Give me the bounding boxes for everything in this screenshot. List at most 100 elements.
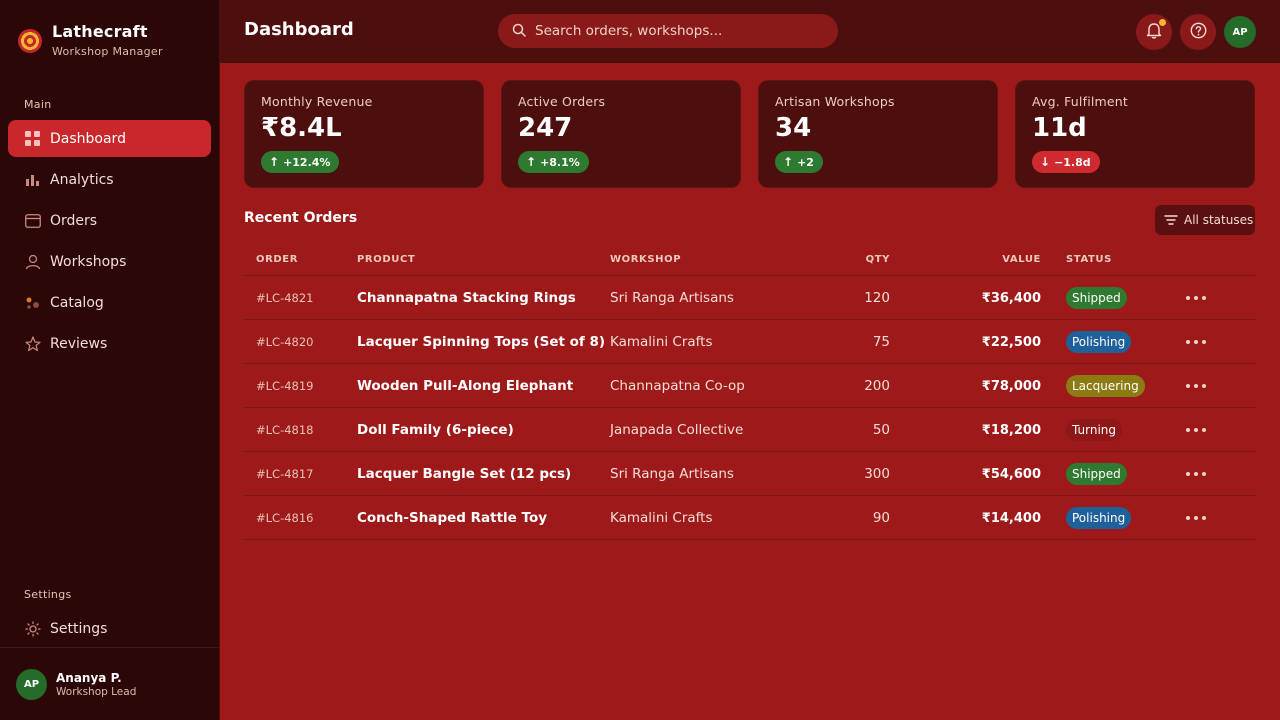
stat-change-badge: ↑ +12.4%: [261, 151, 340, 173]
stat-value: ₹8.4L: [261, 113, 342, 143]
order-id[interactable]: #LC-4818: [256, 408, 314, 452]
quantity: 75: [872, 334, 890, 350]
order-id[interactable]: #LC-4819: [256, 364, 314, 408]
sidebar-item-label: Reviews: [50, 335, 108, 352]
user-name: Ananya P.: [56, 670, 122, 685]
bar-chart-icon: [24, 171, 41, 188]
stat-label: Avg. Fulfilment: [1032, 94, 1129, 109]
workshop-name: Kamalini Crafts: [610, 510, 713, 526]
user-role: Workshop Lead: [56, 685, 137, 698]
shapes-icon: [24, 294, 41, 311]
status-filter-button[interactable]: All statuses: [1155, 205, 1255, 235]
sidebar-item-orders[interactable]: Orders: [8, 202, 211, 239]
stat-change-badge: ↑ +8.1%: [518, 151, 589, 173]
lathe-logo-icon: [18, 29, 42, 53]
stat-value: 34: [775, 113, 812, 143]
user-icon: [24, 253, 41, 270]
workshop-name: Channapatna Co-op: [610, 378, 745, 394]
row-actions-button[interactable]: [1186, 496, 1206, 540]
order-value: ₹14,400: [981, 510, 1041, 526]
stat-value: 11d: [1032, 113, 1087, 143]
product-name: Channapatna Stacking Rings: [357, 290, 576, 306]
brand[interactable]: Lathecraft Workshop Manager: [18, 22, 163, 58]
more-dots-icon: [1186, 472, 1206, 476]
order-id[interactable]: #LC-4816: [256, 496, 314, 540]
product-name: Lacquer Bangle Set (12 pcs): [357, 466, 572, 482]
row-actions-button[interactable]: [1186, 364, 1206, 408]
nav-section-main: Main: [24, 98, 52, 111]
more-dots-icon: [1186, 296, 1206, 300]
table-header: ORDER PRODUCT WORKSHOP QTY VALUE STATUS: [244, 244, 1256, 276]
filter-label: All statuses: [1184, 213, 1254, 227]
arrow-up-icon: ↑: [269, 155, 280, 169]
table-row[interactable]: #LC-4816 Conch-Shaped Rattle Toy Kamalin…: [244, 496, 1256, 540]
table-row[interactable]: #LC-4817 Lacquer Bangle Set (12 pcs) Sri…: [244, 452, 1256, 496]
column-header-workshop[interactable]: WORKSHOP: [610, 254, 681, 265]
sidebar-item-label: Catalog: [50, 294, 104, 311]
sidebar-item-workshops[interactable]: Workshops: [8, 243, 211, 280]
sidebar-item-analytics[interactable]: Analytics: [8, 161, 211, 198]
section-title-recent-orders: Recent Orders: [244, 210, 358, 226]
order-id[interactable]: #LC-4817: [256, 452, 314, 496]
topbar: Dashboard AP: [220, 0, 1280, 63]
arrow-up-icon: ↑: [783, 155, 794, 169]
sidebar-item-catalog[interactable]: Catalog: [8, 284, 211, 321]
stat-change-badge: ↑ +2: [775, 151, 823, 173]
column-header-order[interactable]: ORDER: [256, 254, 298, 265]
help-button[interactable]: [1180, 14, 1216, 50]
stat-value: 247: [518, 113, 573, 143]
quantity: 200: [864, 378, 890, 394]
sidebar-item-label: Dashboard: [50, 130, 126, 147]
column-header-status[interactable]: STATUS: [1066, 254, 1112, 265]
stat-change-badge: ↓ −1.8d: [1032, 151, 1100, 173]
sidebar-item-settings[interactable]: Settings: [8, 610, 211, 647]
notifications-button[interactable]: [1136, 14, 1172, 50]
more-dots-icon: [1186, 340, 1206, 344]
row-actions-button[interactable]: [1186, 276, 1206, 320]
column-header-value[interactable]: VALUE: [944, 254, 1041, 265]
sun-gear-icon: [24, 620, 41, 637]
order-value: ₹78,000: [981, 378, 1041, 394]
order-value: ₹22,500: [981, 334, 1041, 350]
sidebar: Lathecraft Workshop Manager Main Dashboa…: [0, 0, 220, 720]
sidebar-item-dashboard[interactable]: Dashboard: [8, 120, 211, 157]
column-header-qty[interactable]: QTY: [804, 254, 890, 265]
more-dots-icon: [1186, 384, 1206, 388]
column-header-product[interactable]: PRODUCT: [357, 254, 415, 265]
row-actions-button[interactable]: [1186, 408, 1206, 452]
status-badge: Shipped: [1066, 463, 1127, 485]
arrow-up-icon: ↑: [526, 155, 537, 169]
table-row[interactable]: #LC-4818 Doll Family (6-piece) Janapada …: [244, 408, 1256, 452]
stat-card-workshops: Artisan Workshops 34 ↑ +2: [758, 80, 998, 188]
sidebar-item-label: Orders: [50, 212, 98, 229]
order-value: ₹54,600: [981, 466, 1041, 482]
user-avatar-button[interactable]: AP: [1224, 16, 1256, 48]
workshop-name: Kamalini Crafts: [610, 334, 713, 350]
stat-label: Artisan Workshops: [775, 94, 895, 109]
card-icon: [24, 212, 41, 229]
sidebar-item-reviews[interactable]: Reviews: [8, 325, 211, 362]
table-row[interactable]: #LC-4820 Lacquer Spinning Tops (Set of 8…: [244, 320, 1256, 364]
stat-label: Monthly Revenue: [261, 94, 373, 109]
product-name: Wooden Pull-Along Elephant: [357, 378, 574, 394]
user-profile[interactable]: AP Ananya P. Workshop Lead: [0, 647, 219, 720]
status-badge: Polishing: [1066, 331, 1132, 353]
quantity: 90: [872, 510, 890, 526]
order-id[interactable]: #LC-4821: [256, 276, 314, 320]
search-input[interactable]: [535, 23, 825, 39]
workshop-name: Sri Ranga Artisans: [610, 290, 734, 306]
stat-label: Active Orders: [518, 94, 606, 109]
notification-dot: [1159, 19, 1166, 26]
sidebar-item-label: Analytics: [50, 171, 114, 188]
product-name: Doll Family (6-piece): [357, 422, 514, 438]
row-actions-button[interactable]: [1186, 452, 1206, 496]
table-row[interactable]: #LC-4819 Wooden Pull-Along Elephant Chan…: [244, 364, 1256, 408]
star-icon: [24, 335, 41, 352]
row-actions-button[interactable]: [1186, 320, 1206, 364]
search-bar[interactable]: [498, 14, 838, 48]
avatar: AP: [16, 668, 47, 700]
page-title: Dashboard: [244, 19, 354, 40]
order-id[interactable]: #LC-4820: [256, 320, 314, 364]
table-row[interactable]: #LC-4821 Channapatna Stacking Rings Sri …: [244, 276, 1256, 320]
quantity: 50: [872, 422, 890, 438]
